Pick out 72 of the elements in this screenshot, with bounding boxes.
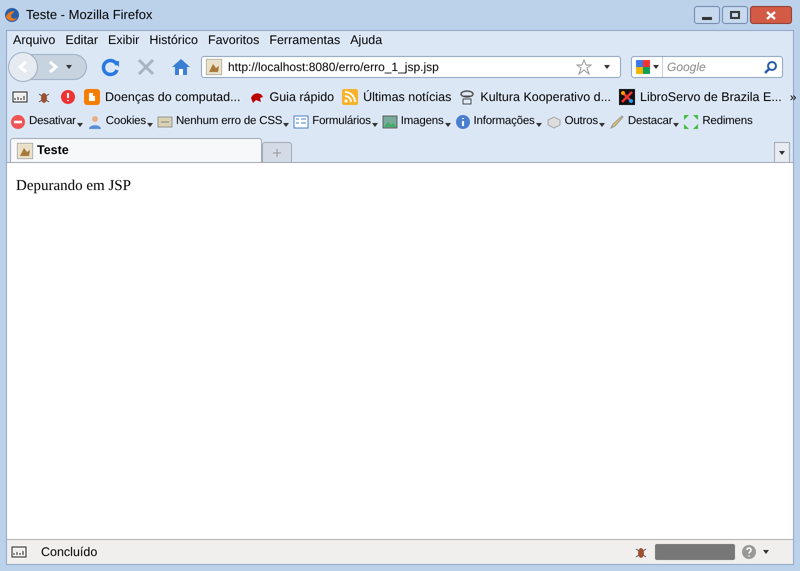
site-favicon-icon (206, 59, 222, 75)
caret-icon (283, 122, 290, 127)
address-bar[interactable]: http://localhost:8080/erro/erro_1_jsp.jsp (201, 56, 621, 78)
bookmark-link[interactable]: Guia rápido (270, 88, 334, 106)
toolbar-menu-button[interactable]: Informações (474, 113, 542, 131)
info-icon (454, 114, 471, 130)
menu-item[interactable]: Ajuda (350, 30, 382, 50)
back-forward-buttons[interactable] (9, 54, 87, 80)
menu-item[interactable]: Ferramentas (269, 30, 340, 50)
bookmark-link[interactable]: Doenças do computad... (105, 88, 240, 106)
bookmark-link[interactable]: LibroServo de Brazila E... (640, 88, 782, 106)
menu-item[interactable]: Histórico (149, 30, 198, 50)
new-tab-button[interactable] (262, 142, 292, 162)
caret-icon (598, 122, 605, 127)
tab-list-button[interactable] (774, 142, 790, 162)
meter-icon (12, 89, 28, 105)
url-text: http://localhost:8080/erro/erro_1_jsp.jsp (228, 59, 440, 76)
image-icon (382, 114, 398, 130)
caret-icon (146, 122, 153, 127)
search-icon[interactable] (764, 60, 778, 74)
caret-icon (779, 150, 785, 154)
menu-item[interactable]: Exibir (108, 30, 140, 50)
brush-icon (608, 114, 625, 130)
bookmarks-overflow-chevron[interactable]: » (790, 88, 796, 106)
stop-icon (10, 114, 26, 130)
toolbar-menu-button[interactable]: Redimens (702, 113, 753, 131)
caret-icon (673, 122, 680, 127)
form-icon (293, 114, 310, 130)
plus-icon (273, 148, 281, 156)
toolbar-menu-button[interactable]: Outros (564, 113, 605, 131)
page-text: Depurando em JSP (16, 177, 132, 196)
reload-icon[interactable] (101, 57, 121, 77)
home-icon[interactable] (171, 58, 191, 76)
meter-icon (11, 544, 27, 560)
alert-icon (60, 89, 76, 105)
search-input[interactable]: Google (663, 58, 764, 76)
caret-icon (763, 550, 769, 554)
toolbar-menu-button[interactable]: Cookies (106, 113, 153, 131)
star-icon[interactable] (576, 59, 592, 75)
toolbar-menu-button[interactable]: Nenhum erro de CSS (176, 113, 290, 131)
search-field[interactable]: Google (631, 56, 783, 78)
close-icon (766, 10, 776, 20)
caret-icon (604, 65, 610, 69)
menu-item[interactable]: Editar (65, 30, 98, 50)
site-favicon-icon (17, 142, 33, 158)
feed-icon (342, 89, 358, 105)
menu-item[interactable]: Favoritos (208, 30, 260, 50)
caret-icon (653, 65, 659, 69)
minimize-button[interactable] (694, 6, 720, 24)
search-engine-icon (635, 59, 651, 75)
person-icon (86, 114, 103, 130)
browser-logo-icon (4, 7, 20, 23)
caret-icon (372, 122, 378, 127)
toolbar-menu-button[interactable]: Imagens (400, 113, 451, 131)
window-title: Teste - Mozilla Firefox (26, 6, 154, 24)
toolbar-menu-button[interactable]: Desativar (29, 113, 83, 131)
toolbar-menu-button[interactable]: Destacar (628, 113, 680, 131)
menu-item[interactable]: Arquivo (13, 30, 56, 50)
status-text: Concluído (41, 544, 98, 561)
blog-icon (84, 89, 100, 105)
caret-icon (66, 65, 72, 69)
caret-icon (444, 122, 451, 127)
caret-icon (536, 122, 542, 127)
resize-icon (683, 114, 700, 130)
toolbar-menu-button[interactable]: Formulários (312, 113, 378, 131)
caret-icon (76, 122, 83, 127)
browser-tab[interactable]: Teste (10, 138, 262, 162)
bookmark-link[interactable]: Últimas notícias (363, 88, 452, 106)
bookmark-link[interactable]: Kultura Kooperativo d... (480, 88, 611, 106)
close-button[interactable] (750, 6, 792, 24)
maximize-button[interactable] (722, 6, 748, 24)
help-icon[interactable] (741, 544, 757, 560)
